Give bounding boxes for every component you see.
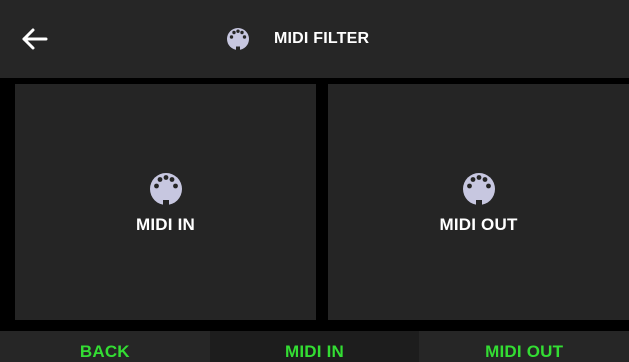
tile-midi-in[interactable]: MIDI IN	[15, 84, 316, 320]
tile-label: MIDI OUT	[439, 215, 518, 234]
arrow-left-icon[interactable]	[20, 26, 50, 52]
bottom-button-bar: BACK MIDI IN MIDI OUT	[0, 331, 629, 362]
midi-out-button[interactable]: MIDI OUT	[419, 331, 629, 362]
page-title: MIDI FILTER	[274, 30, 370, 47]
midi-in-button[interactable]: MIDI IN	[209, 331, 420, 362]
tile-midi-out[interactable]: MIDI OUT	[328, 84, 629, 320]
midi-filter-screen: MIDI FILTER MIDI IN MIDI OUT BACK MIDI I	[0, 0, 629, 362]
midi-connector-icon	[227, 28, 249, 50]
back-button[interactable]: BACK	[0, 331, 210, 362]
midi-connector-icon	[462, 173, 495, 205]
midi-connector-icon	[149, 173, 182, 205]
header-title-group: MIDI FILTER	[226, 25, 369, 53]
tile-label: MIDI IN	[135, 215, 195, 234]
header-bar: MIDI FILTER	[0, 0, 629, 78]
